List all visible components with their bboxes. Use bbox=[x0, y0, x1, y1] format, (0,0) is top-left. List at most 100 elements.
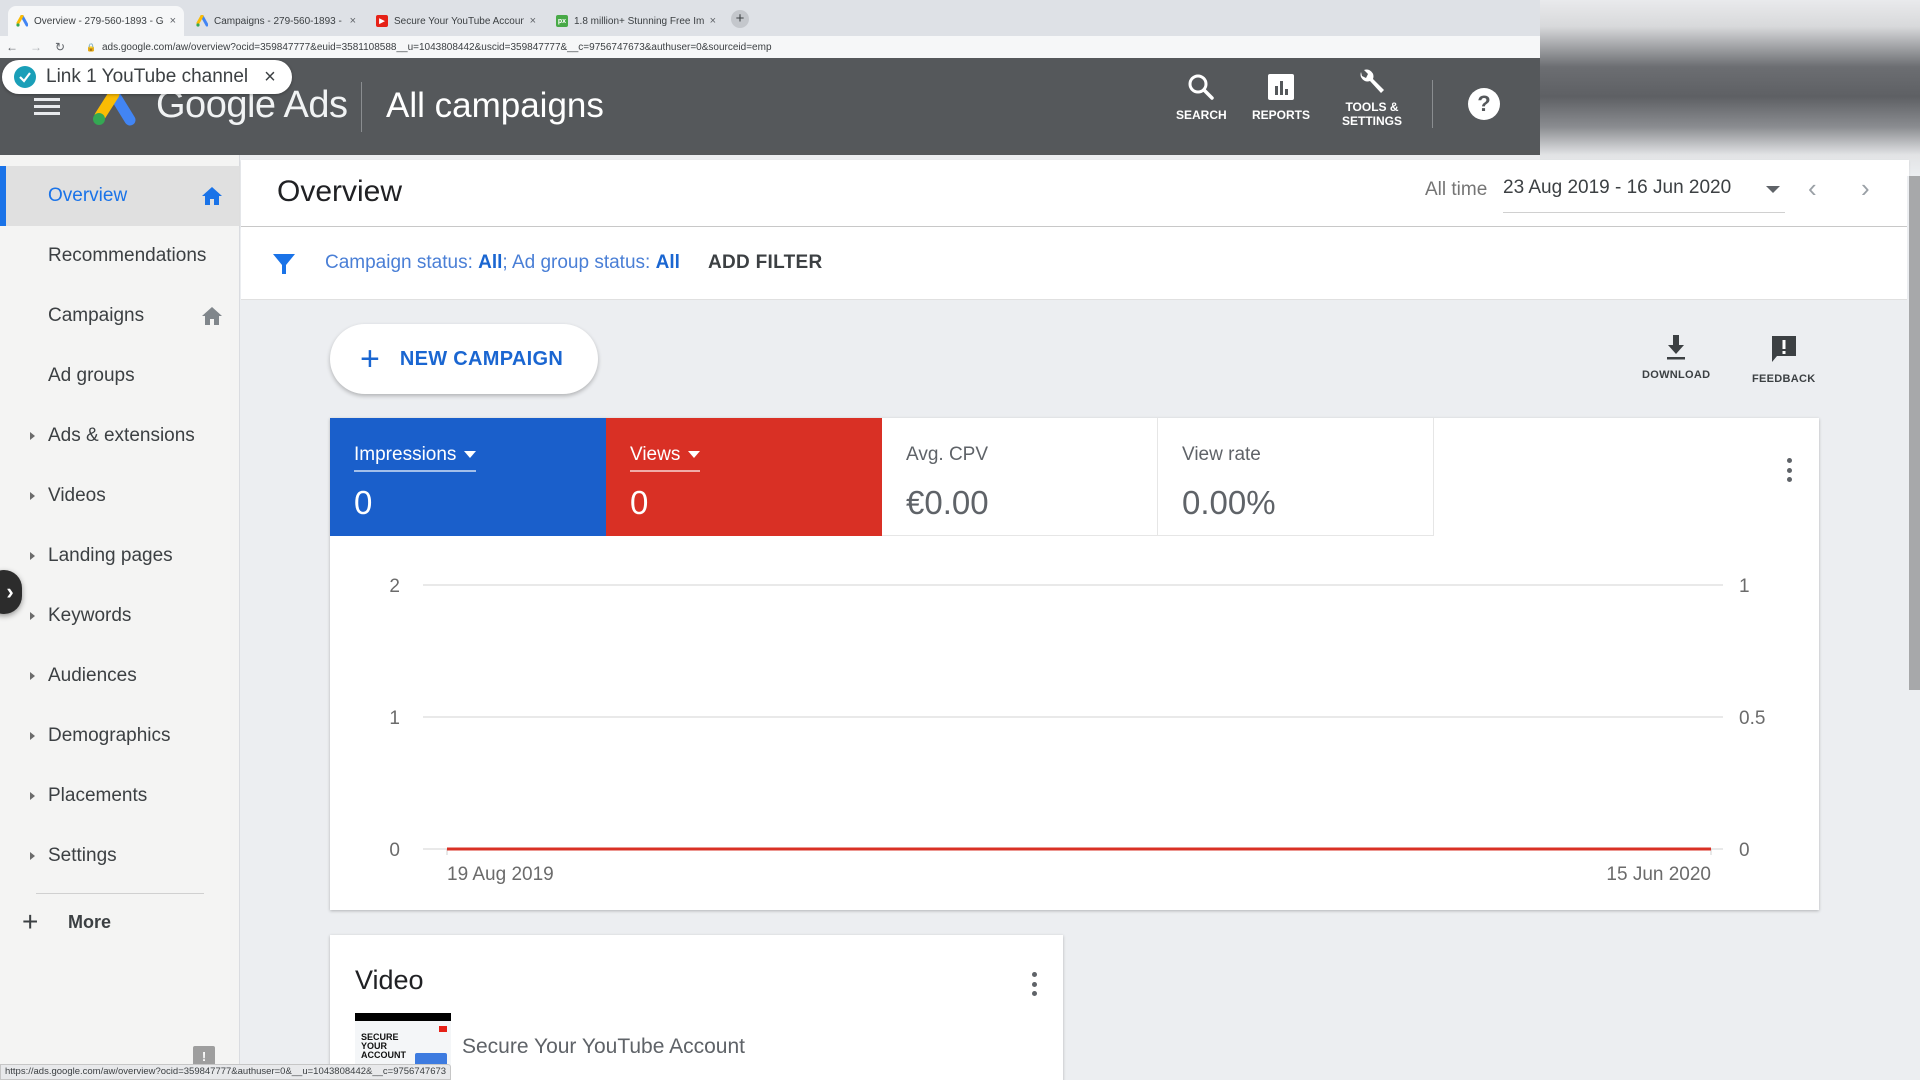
search-icon bbox=[1188, 74, 1215, 100]
home-icon bbox=[202, 187, 222, 205]
performance-chart: 0 1 2 0 0.5 1 19 Aug 2019 15 Jun 2020 bbox=[389, 576, 1765, 885]
sidebar-item-ad-groups[interactable]: Ad groups bbox=[0, 346, 240, 406]
plus-icon: + bbox=[360, 340, 380, 378]
address-bar: ← → ↻ 🔒 ads.google.com/aw/overview?ocid=… bbox=[0, 36, 1540, 58]
sidebar-item-demographics[interactable]: Demographics bbox=[0, 706, 240, 766]
google-ads-icon bbox=[16, 15, 28, 27]
reports-button[interactable]: REPORTS bbox=[1252, 72, 1310, 122]
home-icon bbox=[202, 307, 222, 325]
check-circle-icon bbox=[14, 66, 36, 88]
active-filters[interactable]: Campaign status: All; Ad group status: A… bbox=[325, 252, 680, 274]
expand-caret-icon bbox=[30, 552, 35, 560]
sidebar-more-button[interactable]: + More bbox=[22, 908, 111, 936]
expand-caret-icon bbox=[30, 672, 35, 680]
video-card: Video SECURE YOUR ACCOUNT Secure Your Yo… bbox=[330, 935, 1063, 1080]
sidebar-item-audiences[interactable]: Audiences bbox=[0, 646, 240, 706]
browser-tab-pixabay[interactable]: px 1.8 million+ Stunning Free Ima × bbox=[548, 6, 724, 36]
sidebar-item-ads-extensions[interactable]: Ads & extensions bbox=[0, 406, 240, 466]
browser-tab-bar: Overview - 279-560-1893 - Go × Campaigns… bbox=[0, 0, 1540, 36]
sidebar-item-campaigns[interactable]: Campaigns bbox=[0, 286, 240, 346]
y-axis-right-tick: 0 bbox=[1739, 840, 1750, 861]
menu-icon[interactable] bbox=[34, 98, 60, 116]
tools-settings-button[interactable]: TOOLS & SETTINGS bbox=[1342, 68, 1402, 128]
y-axis-right-tick: 1 bbox=[1739, 576, 1750, 597]
filter-bar: Campaign status: All; Ad group status: A… bbox=[241, 227, 1909, 300]
reports-icon bbox=[1268, 74, 1294, 100]
y-axis-right-tick: 0.5 bbox=[1739, 708, 1765, 729]
google-ads-logo bbox=[93, 90, 136, 126]
thumbnail-text: SECURE YOUR ACCOUNT bbox=[361, 1032, 406, 1060]
performance-card: Impressions 0 Views 0 Avg. CPV €0.00 Vie… bbox=[330, 418, 1819, 910]
expand-caret-icon bbox=[30, 612, 35, 620]
sidebar-divider bbox=[36, 893, 204, 894]
expand-caret-icon bbox=[30, 852, 35, 860]
link-status-url: https://ads.google.com/aw/overview?ocid=… bbox=[0, 1064, 452, 1080]
reload-icon[interactable]: ↻ bbox=[48, 40, 72, 54]
video-title-link[interactable]: Secure Your YouTube Account bbox=[462, 1035, 745, 1059]
wrench-icon bbox=[1360, 69, 1384, 93]
sidebar-item-recommendations[interactable]: Recommendations bbox=[0, 226, 240, 286]
dropdown-arrow-icon[interactable] bbox=[1766, 186, 1780, 193]
sidebar-item-videos[interactable]: Videos bbox=[0, 466, 240, 526]
sidebar-item-settings[interactable]: Settings bbox=[0, 826, 240, 886]
sidebar-item-placements[interactable]: Placements bbox=[0, 766, 240, 826]
browser-tab-youtube[interactable]: ▶ Secure Your YouTube Account × bbox=[368, 6, 544, 36]
link-channel-toast: Link 1 YouTube channel × bbox=[2, 60, 292, 94]
new-tab-button[interactable]: + bbox=[731, 10, 749, 28]
date-range-picker[interactable]: 23 Aug 2019 - 16 Jun 2020 bbox=[1503, 177, 1731, 199]
metric-value: 0 bbox=[354, 484, 373, 521]
sidebar-item-overview[interactable]: Overview bbox=[0, 166, 240, 226]
help-icon[interactable]: ? bbox=[1468, 88, 1500, 120]
metric-value: 0 bbox=[630, 484, 649, 521]
download-icon bbox=[1667, 335, 1686, 360]
page-heading: All campaigns bbox=[386, 86, 604, 125]
expand-caret-icon bbox=[30, 492, 35, 500]
metric-selector[interactable]: Impressions bbox=[354, 444, 477, 472]
header-divider bbox=[361, 82, 362, 132]
y-axis-left-tick: 0 bbox=[389, 840, 400, 861]
y-axis-left-tick: 2 bbox=[389, 576, 400, 597]
new-campaign-button[interactable]: + NEW CAMPAIGN bbox=[330, 324, 598, 394]
metric-selector[interactable]: Views bbox=[630, 444, 701, 472]
download-button[interactable]: DOWNLOAD bbox=[1642, 333, 1710, 381]
thumbnail-bar bbox=[355, 1013, 451, 1021]
browser-tab-campaigns[interactable]: Campaigns - 279-560-1893 - × bbox=[188, 6, 364, 36]
back-icon[interactable]: ← bbox=[0, 40, 24, 54]
forward-icon[interactable]: → bbox=[24, 40, 48, 54]
more-options-icon[interactable] bbox=[1779, 456, 1799, 484]
youtube-icon: ▶ bbox=[376, 15, 388, 27]
metric-tile-avg-cpv[interactable]: Avg. CPV €0.00 bbox=[882, 418, 1158, 536]
url-field[interactable]: 🔒 ads.google.com/aw/overview?ocid=359847… bbox=[86, 42, 772, 53]
sidebar-nav: Overview Recommendations Campaigns Ad gr… bbox=[0, 155, 240, 1080]
sidebar-item-landing-pages[interactable]: Landing pages bbox=[0, 526, 240, 586]
add-filter-button[interactable]: ADD FILTER bbox=[708, 252, 823, 274]
filter-icon[interactable] bbox=[271, 251, 297, 277]
x-axis-tick-label: 19 Aug 2019 bbox=[447, 864, 554, 885]
browser-tab-overview[interactable]: Overview - 279-560-1893 - Go × bbox=[8, 6, 184, 36]
sidebar-item-keywords[interactable]: Keywords bbox=[0, 586, 240, 646]
previous-period-icon[interactable]: ‹ bbox=[1808, 173, 1817, 204]
more-options-icon[interactable] bbox=[1024, 970, 1044, 998]
close-icon[interactable]: × bbox=[264, 66, 276, 89]
metric-tile-views[interactable]: Views 0 bbox=[606, 418, 882, 536]
google-ads-icon bbox=[196, 15, 208, 27]
metric-value: €0.00 bbox=[906, 484, 989, 521]
close-tab-icon[interactable]: × bbox=[170, 15, 176, 27]
close-tab-icon[interactable]: × bbox=[530, 15, 536, 27]
close-tab-icon[interactable]: × bbox=[710, 15, 716, 27]
x-axis-tick-label: 15 Jun 2020 bbox=[1606, 864, 1711, 885]
close-tab-icon[interactable]: × bbox=[350, 15, 356, 27]
plus-icon: + bbox=[22, 906, 39, 937]
header-separator bbox=[1432, 80, 1433, 128]
date-range-label: All time bbox=[1425, 179, 1488, 200]
next-period-icon[interactable]: › bbox=[1861, 173, 1870, 204]
date-range-underline bbox=[1503, 212, 1785, 213]
expand-caret-icon bbox=[30, 792, 35, 800]
metric-tile-view-rate[interactable]: View rate 0.00% bbox=[1158, 418, 1434, 536]
expand-caret-icon bbox=[30, 432, 35, 440]
feedback-icon bbox=[1771, 336, 1796, 362]
search-button[interactable]: SEARCH bbox=[1176, 72, 1227, 122]
page-scrollbar-thumb[interactable] bbox=[1909, 176, 1920, 690]
metric-tile-impressions[interactable]: Impressions 0 bbox=[330, 418, 606, 536]
feedback-button[interactable]: FEEDBACK bbox=[1752, 333, 1816, 385]
